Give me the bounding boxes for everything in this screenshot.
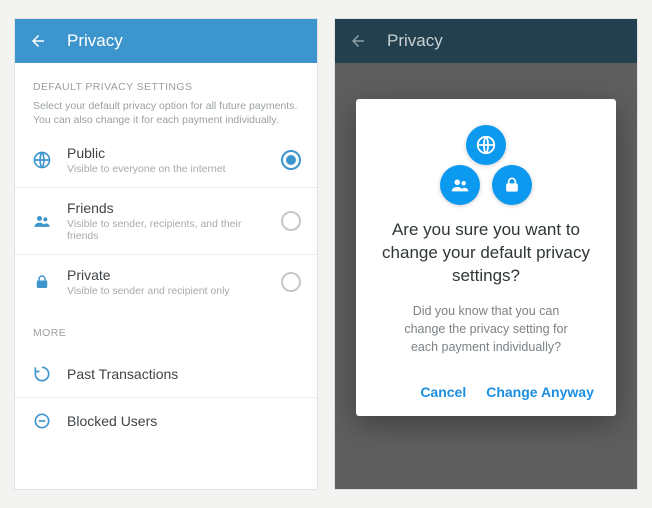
option-label: Friends xyxy=(67,200,267,216)
more-list: Past Transactions Blocked Users xyxy=(15,351,317,444)
globe-icon xyxy=(466,125,506,165)
section-heading: DEFAULT PRIVACY SETTINGS xyxy=(33,81,299,93)
app-bar-title: Privacy xyxy=(67,31,123,51)
option-support: Visible to sender and recipient only xyxy=(67,285,267,297)
more-item-label: Blocked Users xyxy=(67,413,301,429)
dialog-heading: Are you sure you want to change your def… xyxy=(376,219,596,288)
option-support: Visible to sender, recipients, and their… xyxy=(67,218,267,242)
option-label: Public xyxy=(67,145,267,161)
section-heading: MORE xyxy=(33,327,299,339)
privacy-options-list: Public Visible to everyone on the intern… xyxy=(15,133,317,309)
dialog-scrim[interactable]: Are you sure you want to change your def… xyxy=(335,63,637,489)
friends-icon xyxy=(31,210,53,232)
blocked-icon xyxy=(31,410,53,432)
dialog-actions: Cancel Change Anyway xyxy=(376,378,596,404)
privacy-option-friends[interactable]: Friends Visible to sender, recipients, a… xyxy=(15,187,317,254)
section-description: Select your default privacy option for a… xyxy=(33,99,299,127)
radio-unselected[interactable] xyxy=(281,272,301,292)
cancel-button[interactable]: Cancel xyxy=(420,384,466,400)
radio-unselected[interactable] xyxy=(281,211,301,231)
radio-selected[interactable] xyxy=(281,150,301,170)
arrow-left-icon xyxy=(349,32,367,50)
confirm-dialog: Are you sure you want to change your def… xyxy=(356,99,616,416)
friends-icon xyxy=(440,165,480,205)
privacy-confirm-dialog-screen: Privacy Are you sure you want to change … xyxy=(334,18,638,490)
confirm-button[interactable]: Change Anyway xyxy=(486,384,594,400)
back-button xyxy=(349,32,367,50)
more-item-past-transactions[interactable]: Past Transactions xyxy=(15,351,317,397)
option-label: Private xyxy=(67,267,267,283)
more-item-blocked-users[interactable]: Blocked Users xyxy=(15,397,317,444)
more-section-header: MORE xyxy=(15,309,317,351)
privacy-settings-screen: Privacy DEFAULT PRIVACY SETTINGS Select … xyxy=(14,18,318,490)
more-item-label: Past Transactions xyxy=(67,366,301,382)
app-bar-title: Privacy xyxy=(387,31,443,51)
default-privacy-section-header: DEFAULT PRIVACY SETTINGS Select your def… xyxy=(15,63,317,133)
history-icon xyxy=(31,363,53,385)
privacy-option-private[interactable]: Private Visible to sender and recipient … xyxy=(15,254,317,309)
globe-icon xyxy=(31,149,53,171)
app-bar: Privacy xyxy=(335,19,637,63)
privacy-icon-cluster xyxy=(436,125,536,205)
back-button[interactable] xyxy=(29,32,47,50)
option-support: Visible to everyone on the internet xyxy=(67,163,267,175)
dialog-body: Did you know that you can change the pri… xyxy=(376,302,596,356)
lock-icon xyxy=(31,271,53,293)
lock-icon xyxy=(492,165,532,205)
privacy-option-public[interactable]: Public Visible to everyone on the intern… xyxy=(15,133,317,187)
arrow-left-icon xyxy=(29,32,47,50)
app-bar: Privacy xyxy=(15,19,317,63)
